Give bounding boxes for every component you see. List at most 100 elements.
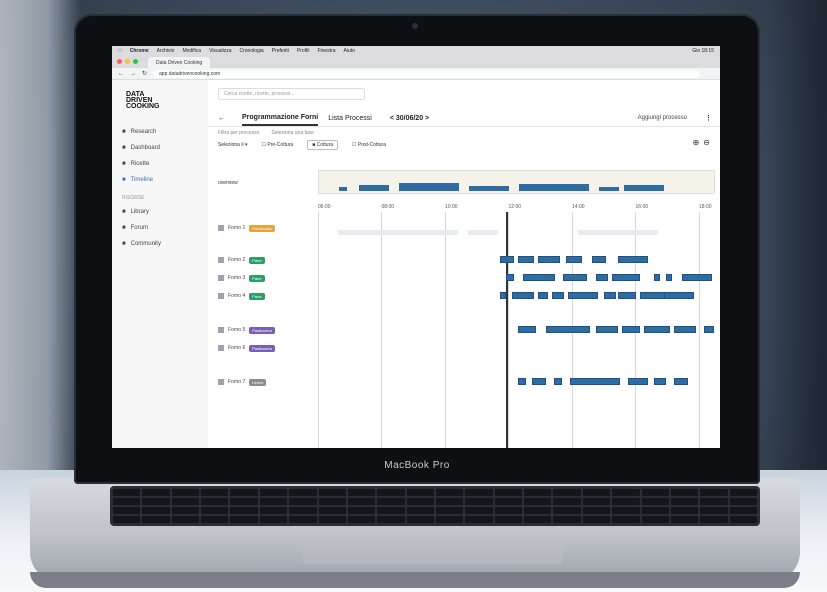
- menubar-item[interactable]: Preferiti: [272, 48, 289, 54]
- gantt-task-bar[interactable]: [654, 274, 660, 281]
- sidebar-item-timeline[interactable]: ■ Timeline: [122, 172, 208, 188]
- zoom-window-icon[interactable]: [133, 59, 138, 64]
- gantt-task-bar[interactable]: [552, 292, 564, 299]
- keyboard-key: [465, 516, 493, 523]
- sidebar-item-library[interactable]: ■ Library: [122, 204, 208, 220]
- gantt-task-bar[interactable]: [654, 378, 666, 385]
- lab-icon: ■: [122, 129, 126, 135]
- gantt-task-bar[interactable]: [674, 326, 696, 333]
- gantt-task-bar[interactable]: [596, 274, 608, 281]
- back-arrow-icon[interactable]: ←: [118, 71, 124, 77]
- app-sidebar: DATA DRIVEN COOKING ■ Research ■ Dashboard ■…: [112, 80, 209, 448]
- keyboard-key: [524, 507, 552, 514]
- zoom-out-icon[interactable]: ⊖: [703, 138, 710, 147]
- menubar-item[interactable]: Chrome: [130, 48, 149, 54]
- keyboard-key: [612, 489, 640, 496]
- gantt-task-bar[interactable]: [640, 292, 666, 299]
- keyboard-key: [582, 516, 611, 523]
- menubar-item[interactable]: Profili: [297, 48, 310, 54]
- gantt-task-bar[interactable]: [506, 274, 514, 281]
- gantt-task-bar[interactable]: [546, 326, 590, 333]
- zoom-in-icon[interactable]: ⊕: [693, 138, 700, 147]
- laptop-screen:  Chrome Archivio Modifica Visualizza Cronol…: [112, 46, 720, 448]
- oven-row-label: Forno 6 Pasticceria: [218, 344, 275, 352]
- sidebar-item-forum[interactable]: ■ Forum: [122, 220, 208, 236]
- browser-tab[interactable]: Data Driven Cooking: [148, 57, 211, 68]
- gantt-task-bar[interactable]: [523, 274, 555, 281]
- gantt-task-bar[interactable]: [596, 326, 618, 333]
- keyboard-key: [289, 507, 317, 514]
- gantt-task-bar[interactable]: [554, 378, 562, 385]
- keyboard-key: [259, 507, 288, 514]
- reload-icon[interactable]: ↻: [142, 70, 147, 77]
- gantt-task-bar[interactable]: [538, 256, 560, 263]
- sidebar-item-ricette[interactable]: ■ Ricette: [122, 156, 208, 172]
- gantt-task-bar[interactable]: [622, 326, 640, 333]
- gantt-task-bar[interactable]: [618, 256, 648, 263]
- keyboard-key: [201, 489, 229, 496]
- timeline-overview-brush[interactable]: [318, 170, 715, 194]
- menubar-item[interactable]: Finestra: [317, 48, 335, 54]
- gantt-task-bar[interactable]: [512, 292, 534, 299]
- tab-programmazione-forni[interactable]: Programmazione Forni: [242, 111, 319, 126]
- menubar-item[interactable]: Aiuto: [344, 48, 355, 54]
- oven-name: Forno 7: [228, 379, 246, 385]
- gantt-task-bar[interactable]: [566, 256, 582, 263]
- gantt-task-bar[interactable]: [563, 274, 587, 281]
- menubar-item[interactable]: Archivio: [157, 48, 175, 54]
- keyboard-key: [524, 516, 552, 523]
- gantt-task-bar[interactable]: [500, 256, 514, 263]
- keyboard-key: [289, 516, 317, 523]
- gridline: [318, 212, 319, 448]
- date-selector[interactable]: < 30/06/20 >: [390, 115, 429, 122]
- apple-icon[interactable]: : [118, 48, 122, 54]
- gantt-task-bar[interactable]: [500, 292, 506, 299]
- minimize-window-icon[interactable]: [125, 59, 130, 64]
- add-process-button[interactable]: Aggiungi processo: [638, 115, 687, 121]
- gridline: [508, 212, 509, 448]
- back-arrow-icon[interactable]: ←: [218, 115, 232, 122]
- forward-arrow-icon[interactable]: →: [130, 71, 136, 77]
- gantt-task-bar[interactable]: [644, 326, 670, 333]
- keyboard-key: [347, 498, 376, 505]
- gantt-task-bar[interactable]: [538, 292, 548, 299]
- checkbox-post-cottura[interactable]: ☐ Post-Cottura: [352, 142, 386, 148]
- overview-bar: [339, 187, 347, 191]
- menubar-item[interactable]: Visualizza: [209, 48, 231, 54]
- gantt-task-bar[interactable]: [618, 292, 636, 299]
- gantt-task-bar[interactable]: [592, 256, 606, 263]
- gantt-task-bar[interactable]: [518, 326, 536, 333]
- oven-status-badge: Preriscaldo: [249, 224, 276, 232]
- keyboard-key: [142, 489, 170, 496]
- gantt-task-bar[interactable]: [664, 292, 694, 299]
- checkbox-cottura[interactable]: ■ Cottura: [307, 140, 339, 150]
- oven-icon: [218, 225, 224, 231]
- gantt-task-bar[interactable]: [704, 326, 714, 333]
- gantt-task-bar[interactable]: [518, 256, 534, 263]
- sidebar-item-research[interactable]: ■ Research: [122, 124, 208, 140]
- checkbox-pre-cottura[interactable]: ☐ Pre-Cottura: [261, 142, 293, 148]
- keyboard-key: [729, 489, 757, 496]
- sidebar-item-community[interactable]: ■ Community: [122, 236, 208, 252]
- gantt-task-bar[interactable]: [628, 378, 648, 385]
- gantt-task-bar[interactable]: [666, 274, 672, 281]
- gantt-task-bar[interactable]: [612, 274, 640, 281]
- sidebar-item-dashboard[interactable]: ■ Dashboard: [122, 140, 208, 156]
- menubar-item[interactable]: Modifica: [182, 48, 201, 54]
- gantt-task-bar[interactable]: [570, 378, 620, 385]
- phase-select[interactable]: Seleziona il ▾: [218, 142, 247, 148]
- gantt-task-bar[interactable]: [682, 274, 712, 281]
- more-options-icon[interactable]: ⋮: [705, 114, 712, 122]
- gantt-task-bar[interactable]: [674, 378, 688, 385]
- search-input[interactable]: Cerca ricette, ricette, processi...: [218, 88, 365, 100]
- gantt-task-bar[interactable]: [604, 292, 616, 299]
- gantt-task-bar[interactable]: [518, 378, 526, 385]
- menubar-item[interactable]: Cronologia: [240, 48, 264, 54]
- close-window-icon[interactable]: [117, 59, 122, 64]
- url-field[interactable]: app.datadrivencooking.com: [153, 69, 700, 78]
- gantt-task-bar[interactable]: [568, 292, 598, 299]
- keyboard-key: [465, 498, 493, 505]
- keyboard-key: [142, 498, 170, 505]
- tab-lista-processi[interactable]: Lista Processi: [328, 112, 372, 125]
- gantt-task-bar[interactable]: [532, 378, 546, 385]
